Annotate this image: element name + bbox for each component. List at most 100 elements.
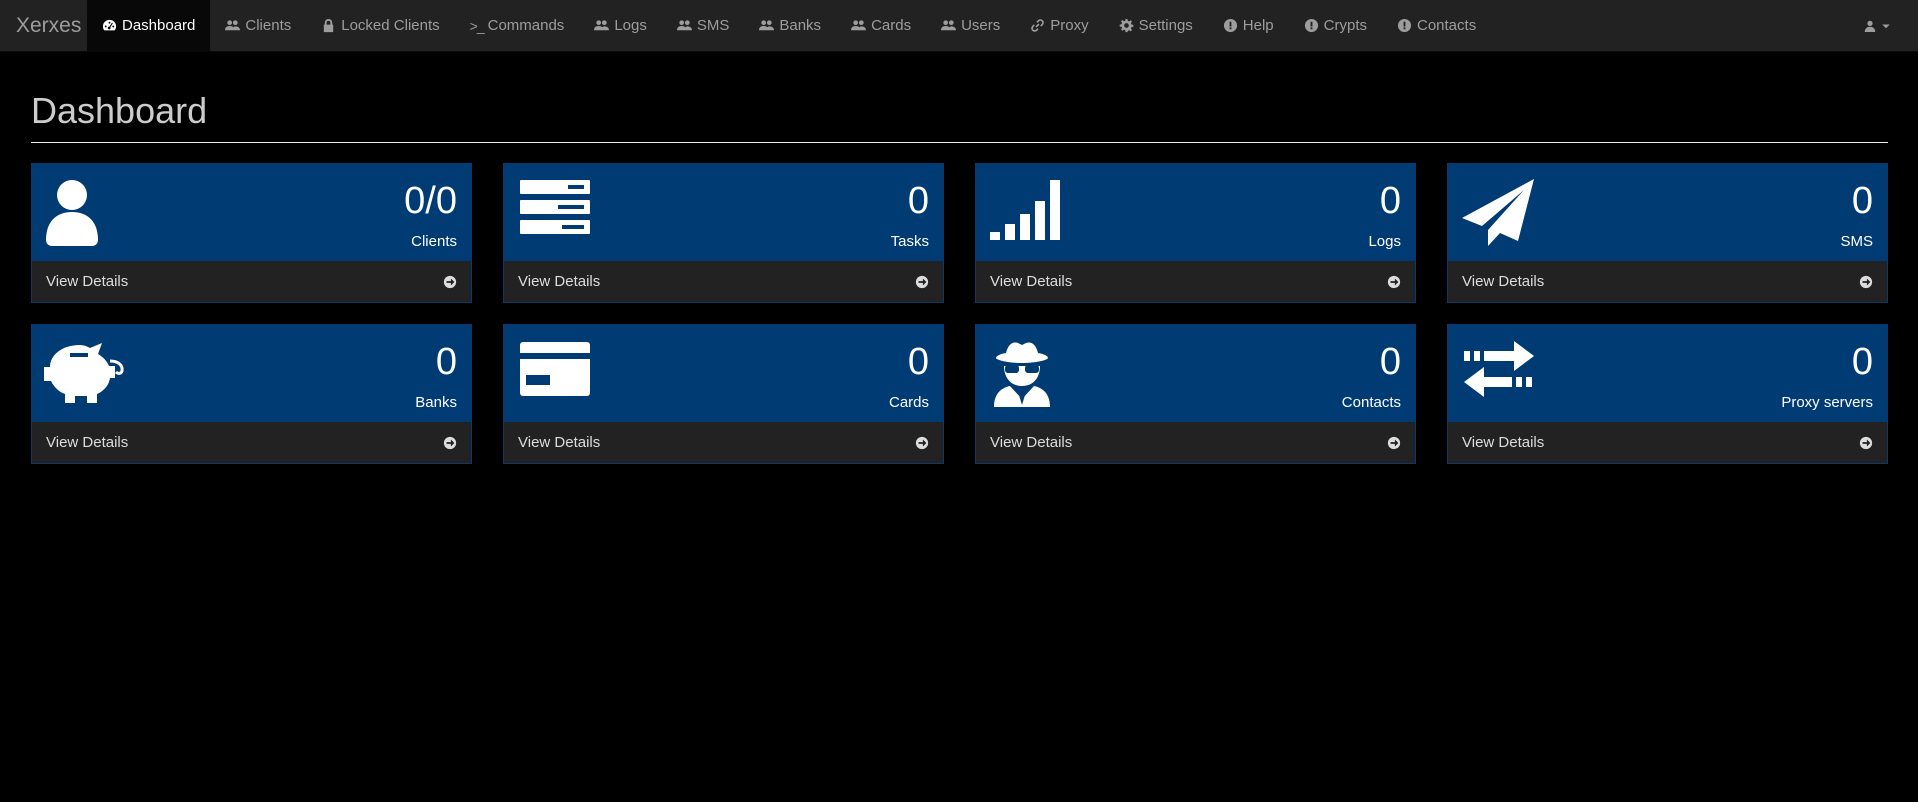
- panel-banks: 0 Banks View Details: [31, 324, 472, 464]
- view-details-label: View Details: [46, 434, 129, 451]
- nav-label: Logs: [614, 17, 647, 34]
- users-icon: [676, 20, 692, 31]
- nav-label: Locked Clients: [341, 17, 440, 34]
- exclamation-icon: [1223, 18, 1237, 33]
- nav-label: Commands: [487, 17, 565, 34]
- user-icon: [46, 180, 98, 246]
- view-details-link[interactable]: View Details: [32, 422, 471, 463]
- panel-label: Clients: [411, 233, 457, 250]
- panel-logs: 0 Logs View Details: [975, 163, 1416, 303]
- nav-item-settings[interactable]: Settings: [1104, 0, 1208, 52]
- nav-item-commands[interactable]: >_ Commands: [455, 0, 580, 52]
- view-details-label: View Details: [990, 434, 1073, 451]
- view-details-link[interactable]: View Details: [32, 261, 471, 302]
- nav-label: Banks: [779, 17, 822, 34]
- nav-item-dashboard[interactable]: Dashboard: [87, 0, 211, 52]
- arrow-circle-right-icon: [1859, 275, 1873, 288]
- panel-heading: 0 Contacts: [976, 325, 1415, 422]
- nav-label: Users: [961, 17, 1001, 34]
- gear-icon: [1119, 18, 1133, 33]
- nav-label: Proxy: [1050, 17, 1089, 34]
- panel-label: Cards: [888, 394, 929, 411]
- nav-item-cards[interactable]: Cards: [836, 0, 926, 52]
- nav-item-clients[interactable]: Clients: [210, 0, 306, 52]
- view-details-link[interactable]: View Details: [1448, 261, 1887, 302]
- users-icon: [225, 20, 241, 31]
- users-icon: [759, 20, 775, 31]
- arrow-circle-right-icon: [443, 436, 457, 449]
- piggy-bank-icon: [44, 343, 124, 403]
- nav-menu: Dashboard Clients Locked Clients >_ Comm…: [87, 0, 1491, 52]
- user-icon: [1864, 20, 1876, 32]
- exchange-icon: [1464, 341, 1534, 397]
- nav-label: Dashboard: [122, 17, 196, 34]
- nav-item-logs[interactable]: Logs: [579, 0, 662, 52]
- panel-value: 0: [907, 180, 929, 222]
- panel-value: 0: [1851, 341, 1873, 383]
- terminal-icon: >_: [469, 17, 485, 34]
- top-navbar: Xerxes Dashboard Clients Locked Clients …: [0, 0, 1918, 52]
- view-details-link[interactable]: View Details: [1448, 422, 1887, 463]
- credit-card-icon: [520, 342, 590, 396]
- nav-item-banks[interactable]: Banks: [744, 0, 836, 52]
- panel-label: Contacts: [1341, 394, 1401, 411]
- nav-item-proxy[interactable]: Proxy: [1015, 0, 1103, 52]
- link-icon: [1031, 19, 1045, 32]
- panel-label: Logs: [1368, 233, 1401, 250]
- lock-icon: [324, 18, 334, 33]
- panel-heading: 0 Proxy servers: [1448, 325, 1887, 422]
- arrow-circle-right-icon: [443, 275, 457, 288]
- panel-heading: 0 Banks: [32, 325, 471, 422]
- view-details-label: View Details: [1462, 434, 1545, 451]
- view-details-label: View Details: [46, 273, 129, 290]
- panel-heading: 0 Tasks: [504, 164, 943, 261]
- server-icon: [520, 180, 590, 234]
- paper-plane-icon: [1462, 179, 1534, 246]
- panel-heading: 0/0 Clients: [32, 164, 471, 261]
- users-icon: [594, 20, 610, 31]
- panel-heading: 0 Cards: [504, 325, 943, 422]
- view-details-link[interactable]: View Details: [504, 422, 943, 463]
- user-secret-icon: [994, 342, 1050, 407]
- panel-tasks: 0 Tasks View Details: [503, 163, 944, 303]
- nav-label: Crypts: [1323, 17, 1367, 34]
- panel-value: 0: [435, 341, 457, 383]
- nav-item-crypts[interactable]: Crypts: [1289, 0, 1382, 52]
- nav-label: Clients: [245, 17, 292, 34]
- nav-item-sms[interactable]: SMS: [662, 0, 745, 52]
- arrow-circle-right-icon: [1387, 275, 1401, 288]
- exclamation-icon: [1304, 18, 1318, 33]
- panel-value: 0: [907, 341, 929, 383]
- panel-cards: 0 Cards View Details: [503, 324, 944, 464]
- view-details-link[interactable]: View Details: [504, 261, 943, 302]
- user-menu-dropdown[interactable]: [1864, 0, 1892, 52]
- page-title: Dashboard: [31, 90, 208, 131]
- nav-item-contacts[interactable]: Contacts: [1382, 0, 1491, 52]
- nav-label: Cards: [871, 17, 912, 34]
- brand-link[interactable]: Xerxes: [0, 0, 87, 52]
- view-details-label: View Details: [518, 434, 601, 451]
- nav-label: Settings: [1138, 17, 1193, 34]
- panel-label: Tasks: [890, 233, 929, 250]
- panel-value: 0: [1379, 341, 1401, 383]
- panel-heading: 0 Logs: [976, 164, 1415, 261]
- caret-down-icon: [1882, 24, 1890, 29]
- nav-item-users[interactable]: Users: [926, 0, 1015, 52]
- users-icon: [941, 20, 957, 31]
- view-details-link[interactable]: View Details: [976, 422, 1415, 463]
- nav-label: Contacts: [1417, 17, 1477, 34]
- panel-label: Proxy servers: [1781, 394, 1873, 411]
- view-details-link[interactable]: View Details: [976, 261, 1415, 302]
- view-details-label: View Details: [1462, 273, 1545, 290]
- nav-item-locked-clients[interactable]: Locked Clients: [306, 0, 454, 52]
- panel-proxy-servers: 0 Proxy servers View Details: [1447, 324, 1888, 464]
- nav-item-help[interactable]: Help: [1208, 0, 1289, 52]
- panel-label: Banks: [415, 394, 457, 411]
- panel-value: 0: [1851, 180, 1873, 222]
- exclamation-icon: [1397, 18, 1412, 33]
- arrow-circle-right-icon: [915, 436, 929, 449]
- arrow-circle-right-icon: [915, 275, 929, 288]
- panel-value: 0/0: [404, 180, 457, 222]
- nav-label: Help: [1242, 17, 1274, 34]
- panel-clients: 0/0 Clients View Details: [31, 163, 472, 303]
